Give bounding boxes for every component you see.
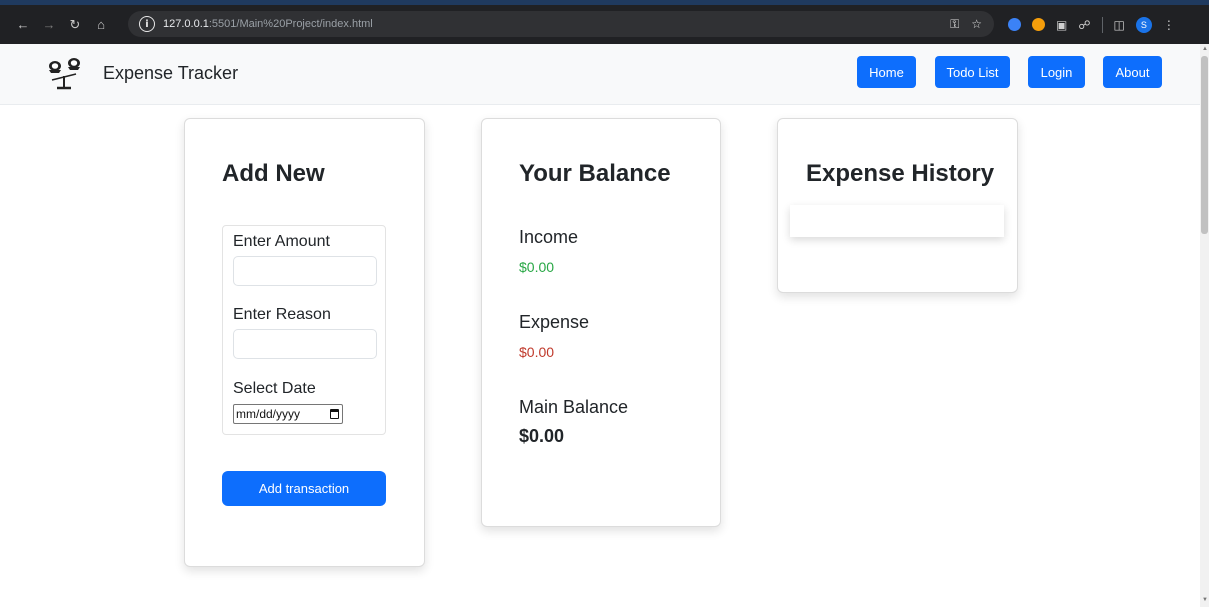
- expense-history-title: Expense History: [806, 160, 995, 187]
- balance-card: Your Balance Income $0.00 Expense $0.00 …: [481, 118, 721, 527]
- browser-toolbar: ← → ↻ ⌂ i 127.0.0.1:5501/Main%20Project/…: [0, 0, 1209, 44]
- income-label: Income: [519, 227, 579, 247]
- site-navbar: Expense Tracker Home Todo List Login Abo…: [0, 44, 1200, 105]
- address-bar[interactable]: i 127.0.0.1:5501/Main%20Project/index.ht…: [128, 11, 994, 37]
- expense-label: Expense: [519, 312, 590, 332]
- more-menu-icon[interactable]: ⋮: [1163, 18, 1175, 32]
- reason-label: Enter Reason: [233, 306, 331, 323]
- extension-cookie-icon[interactable]: [1032, 18, 1045, 31]
- bookmark-star-icon[interactable]: ☆: [971, 17, 982, 31]
- add-new-card: Add New Enter Amount Enter Reason Select…: [184, 118, 425, 567]
- scroll-down-arrow[interactable]: ▼: [1202, 597, 1208, 603]
- date-input[interactable]: mm/dd/yyyy: [233, 404, 343, 424]
- url-host: 127.0.0.1: [163, 18, 209, 30]
- url-path: :5501/Main%20Project/index.html: [208, 18, 373, 30]
- page-scrollbar[interactable]: ▲ ▼: [1200, 44, 1209, 607]
- extensions-area: ▣ ☍ ◫ S ⋮: [1008, 5, 1175, 44]
- transaction-form: Enter Amount Enter Reason Select Date mm…: [222, 225, 386, 435]
- amount-label: Enter Amount: [233, 233, 330, 250]
- amount-input[interactable]: [233, 256, 377, 286]
- back-icon[interactable]: ←: [12, 14, 34, 36]
- main-balance-value: $0.00: [519, 426, 565, 446]
- forward-icon[interactable]: →: [38, 14, 60, 36]
- scale-logo-icon[interactable]: [44, 54, 84, 94]
- income-value: $0.00: [519, 259, 555, 275]
- calendar-icon[interactable]: [330, 409, 339, 419]
- extensions-puzzle-icon[interactable]: ☍: [1078, 18, 1090, 32]
- toolbar-divider: [1101, 16, 1103, 33]
- date-label: Select Date: [233, 380, 316, 397]
- add-transaction-button[interactable]: Add transaction: [222, 471, 386, 506]
- home-icon[interactable]: ⌂: [90, 14, 112, 36]
- scrollbar-thumb[interactable]: [1201, 56, 1208, 234]
- reason-input[interactable]: [233, 329, 377, 359]
- browser-nav-buttons: ← → ↻ ⌂: [0, 5, 112, 44]
- nav-todo-list-button[interactable]: Todo List: [935, 56, 1010, 88]
- expense-value: $0.00: [519, 344, 555, 360]
- site-info-icon[interactable]: i: [139, 16, 155, 32]
- add-new-title: Add New: [222, 160, 325, 187]
- nav-about-button[interactable]: About: [1103, 56, 1162, 88]
- brand-title[interactable]: Expense Tracker: [103, 63, 238, 84]
- url-text[interactable]: 127.0.0.1:5501/Main%20Project/index.html: [163, 18, 373, 30]
- date-placeholder: mm/dd/yyyy: [236, 407, 301, 421]
- balance-title: Your Balance: [519, 160, 671, 187]
- nav-login-button[interactable]: Login: [1028, 56, 1085, 88]
- reload-icon[interactable]: ↻: [64, 14, 86, 36]
- scroll-up-arrow[interactable]: ▲: [1202, 46, 1208, 52]
- history-list: [790, 205, 1004, 237]
- nav-home-button[interactable]: Home: [857, 56, 916, 88]
- expense-history-card: Expense History: [777, 118, 1018, 293]
- main-balance-label: Main Balance: [519, 397, 629, 417]
- extension-card-icon[interactable]: ▣: [1056, 18, 1067, 32]
- side-panel-icon[interactable]: ◫: [1114, 18, 1125, 32]
- password-key-icon[interactable]: ⚿: [950, 17, 959, 32]
- profile-avatar[interactable]: S: [1135, 16, 1152, 33]
- extension-blue-icon[interactable]: [1008, 18, 1021, 31]
